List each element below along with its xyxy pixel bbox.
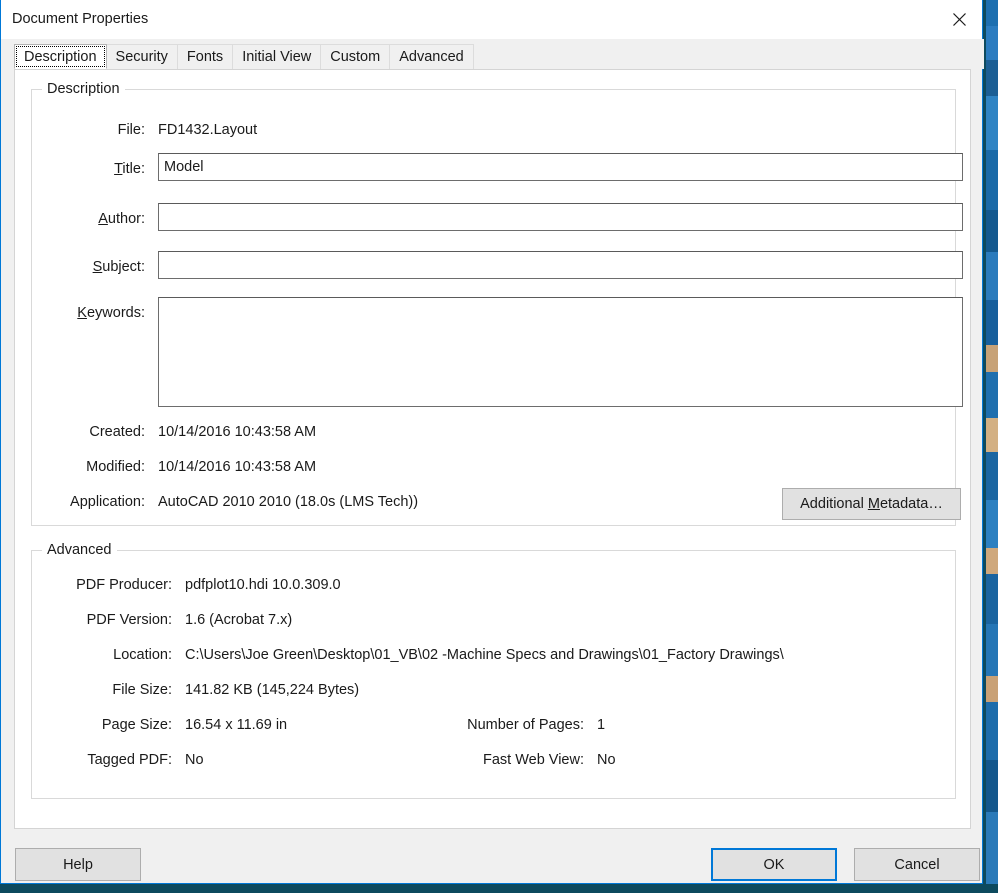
help-button[interactable]: Help [15,848,141,881]
author-input[interactable] [158,203,963,231]
modified-label: Modified: [86,459,145,475]
tab-custom[interactable]: Custom [320,44,391,69]
created-value: 10/14/2016 10:43:58 AM [158,424,317,440]
advanced-group: Advanced PDF Producer: pdfplot10.hdi 10.… [31,542,956,799]
description-group: Description File: FD1432.Layout Title: A… [31,81,963,526]
pdf-version-label: PDF Version: [86,612,172,628]
cancel-label: Cancel [894,856,940,873]
application-value: AutoCAD 2010 2010 (18.0s (LMS Tech)) [158,494,419,510]
author-label: Author: [98,211,145,227]
file-value: FD1432.Layout [158,122,258,138]
ok-button[interactable]: OK [711,848,837,881]
help-label: Help [63,856,93,873]
tab-security[interactable]: Security [105,44,178,69]
fast-web-view-value: No [597,752,616,768]
tab-strip: Description Security Fonts Initial View … [1,39,984,69]
title-label: Title: [114,161,145,177]
created-label: Created: [89,424,145,440]
close-icon[interactable] [936,0,982,38]
location-value: C:\Users\Joe Green\Desktop\01_VB\02 -Mac… [185,647,784,663]
tab-fonts[interactable]: Fonts [176,44,234,69]
tagged-pdf-label: Tagged PDF: [87,752,172,768]
tagged-pdf-value: No [185,752,204,768]
wallpaper-strip [986,0,998,884]
page-size-label: Page Size: [101,717,172,733]
tab-advanced[interactable]: Advanced [389,44,474,69]
additional-metadata-button[interactable]: Additional Metadata… [782,488,961,520]
ok-label: OK [763,856,785,873]
subject-input[interactable] [158,251,963,279]
tab-label: Fonts [186,49,224,65]
file-label: File: [117,122,145,138]
application-label: Application: [70,494,145,510]
tab-label: Custom [330,49,381,65]
additional-metadata-label: Additional Metadata… [800,496,943,512]
title-bar: Document Properties [1,0,982,39]
cancel-button[interactable]: Cancel [854,848,980,881]
taskbar [0,884,998,893]
number-of-pages-value: 1 [597,717,606,733]
location-label: Location: [113,647,172,663]
keywords-input[interactable] [158,297,963,407]
modified-value: 10/14/2016 10:43:58 AM [158,459,317,475]
number-of-pages-label: Number of Pages: [467,717,584,733]
document-properties-dialog: Document Properties Description Security… [0,0,984,884]
pdf-producer-label: PDF Producer: [76,577,172,593]
description-group-legend: Description [42,81,125,97]
tab-initial-view[interactable]: Initial View [232,44,322,69]
tab-page-description: Description File: FD1432.Layout Title: A… [14,69,971,829]
tab-label: Description [24,48,97,65]
tab-description[interactable]: Description [14,44,107,69]
tab-label: Initial View [242,49,312,65]
pdf-producer-value: pdfplot10.hdi 10.0.309.0 [185,577,341,593]
keywords-label: Keywords: [77,305,145,321]
file-size-value: 141.82 KB (145,224 Bytes) [185,682,360,698]
window-title: Document Properties [12,11,149,27]
title-input[interactable] [158,153,963,181]
file-size-label: File Size: [112,682,172,698]
page-size-value: 16.54 x 11.69 in [185,717,288,733]
pdf-version-value: 1.6 (Acrobat 7.x) [185,612,293,628]
tab-label: Security [115,49,168,65]
tab-list: Description Security Fonts Initial View … [14,44,474,69]
advanced-group-legend: Advanced [42,542,117,558]
subject-label: Subject: [92,259,145,275]
tab-label: Advanced [399,49,464,65]
fast-web-view-label: Fast Web View: [482,752,584,768]
